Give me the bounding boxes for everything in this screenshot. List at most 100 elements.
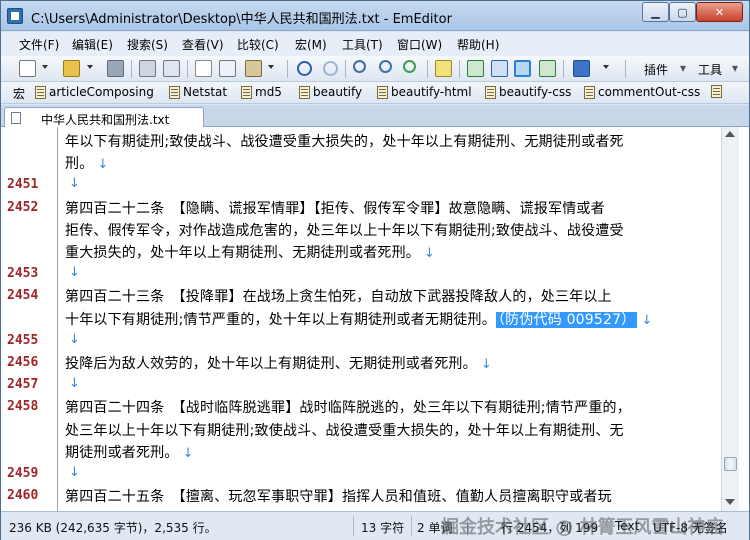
app-icon (7, 8, 23, 24)
newline-mark-icon: ↓ (424, 246, 436, 261)
find-in-files-icon[interactable] (435, 60, 452, 77)
open-dropdown-icon[interactable] (87, 65, 93, 69)
text-line[interactable]: ↓ (65, 175, 80, 191)
line-number: 2459 (7, 466, 39, 481)
menu-compare[interactable]: 比较(C) (237, 36, 279, 53)
macro-item-beautify[interactable]: beautify (299, 85, 362, 99)
line-text: 刑。 (65, 156, 94, 173)
macro-item-commentout-css[interactable]: commentOut-css (584, 85, 700, 99)
text-line[interactable]: 第四百二十五条 【擅离、玩忽军事职守罪】指挥人员和值班、值勤人员擅离职守或者玩 (65, 486, 612, 506)
word-wrap-icon[interactable] (514, 60, 531, 77)
scroll-thumb[interactable] (724, 457, 737, 471)
plugin-dropdown-icon[interactable] (603, 65, 609, 69)
text-file-icon (11, 112, 21, 124)
newline-mark-icon: ↓ (182, 445, 194, 461)
text-line[interactable]: 拒传、假传军令，对作战造成危害的，处三年以上十年以下有期徒刑;致使战斗、战役遭受 (65, 220, 624, 240)
copy-icon[interactable] (219, 60, 236, 77)
text-line[interactable]: ↓ (65, 331, 80, 347)
maximize-button[interactable]: ▢ (669, 2, 696, 22)
plugin-icon[interactable] (573, 60, 590, 77)
text-line[interactable]: ↓ (65, 464, 80, 480)
macro-item-articlecomposing[interactable]: articleComposing (35, 85, 154, 99)
text-line[interactable]: 刑。 ↓ (65, 153, 109, 173)
print-icon[interactable] (139, 60, 156, 77)
macro-item-beautify-html[interactable]: beautify-html (377, 85, 472, 99)
text-line[interactable]: 第四百二十二条 【隐瞒、谎报军情罪】【拒传、假传军令罪】故意隐瞒、谎报军情或者 (65, 198, 605, 218)
cut-icon[interactable] (195, 60, 212, 77)
save-icon[interactable] (107, 60, 124, 77)
split-icon[interactable] (467, 60, 484, 77)
line-text: 第四百二十三条 【投降罪】在战场上贪生怕死，自动放下武器投降敌人的，处三年以上 (65, 289, 612, 306)
window-title: C:\Users\Administrator\Desktop\中华人民共和国刑法… (31, 12, 452, 27)
selected-text[interactable]: （防伪代码 009527） (495, 311, 638, 328)
find-icon[interactable] (353, 60, 366, 73)
window-wrap-icon[interactable] (539, 60, 556, 77)
macro-item-netstat[interactable]: Netstat (169, 85, 227, 99)
document-tab[interactable]: 中华人民共和国刑法.txt (4, 107, 204, 128)
paste-dropdown-icon[interactable] (268, 65, 274, 69)
text-line[interactable]: ↓ (65, 264, 80, 280)
open-folder-icon[interactable] (63, 60, 80, 77)
text-line[interactable]: ↓ (65, 375, 80, 391)
plugins-button[interactable]: 插件 (644, 61, 668, 78)
toolbar-separator (345, 60, 346, 78)
toolbar-separator (563, 60, 564, 78)
toolbar-separator (287, 60, 288, 78)
close-button[interactable]: ✕ (696, 2, 743, 22)
line-number: 2457 (7, 377, 39, 393)
text-line[interactable]: 期徒刑或者死刑。 ↓ (65, 442, 194, 462)
vertical-scrollbar[interactable] (721, 127, 739, 511)
wrap-icon[interactable] (491, 60, 508, 77)
document-tab-label: 中华人民共和国刑法.txt (41, 113, 170, 127)
text-line[interactable]: 第四百二十三条 【投降罪】在战场上贪生怕死，自动放下武器投降敌人的，处三年以上 (65, 286, 612, 306)
menu-window[interactable]: 窗口(W) (397, 36, 442, 53)
menu-macro[interactable]: 宏(M) (295, 36, 327, 53)
menu-file[interactable]: 文件(F) (19, 36, 59, 53)
title-bar[interactable]: C:\Users\Administrator\Desktop\中华人民共和国刑法… (1, 1, 749, 31)
line-text: 处三年以上十年以下有期徒刑;致使战斗、战役遭受重大损失的，处十年以上有期徒刑、无 (65, 422, 624, 439)
line-number: 2453 (7, 266, 39, 282)
macro-item-md5[interactable]: md5 (241, 85, 282, 99)
newline-mark-icon: ↓ (69, 331, 81, 347)
line-number: 2460 (7, 488, 39, 504)
macro-file-icon (299, 85, 310, 99)
menu-view[interactable]: 查看(V) (182, 36, 224, 53)
find-next-icon[interactable] (379, 60, 392, 73)
scroll-up-icon[interactable] (725, 131, 735, 137)
document-tab-strip: 中华人民共和国刑法.txt (1, 105, 749, 128)
macro-file-icon (711, 85, 722, 98)
redo-icon[interactable] (323, 61, 338, 76)
undo-icon[interactable] (297, 61, 312, 76)
text-line[interactable]: 第四百二十四条 【战时临阵脱逃罪】战时临阵脱逃的，处三年以下有期徒刑;情节严重的… (65, 397, 631, 417)
text-line[interactable]: 重大损失的，处十年以上有期徒刑、无期徒刑或者死刑。 ↓ (65, 242, 435, 262)
text-line[interactable]: 十年以下有期徒刑;情节严重的，处十年以上有期徒刑或者无期徒刑。 （防伪代码 009… (65, 309, 653, 329)
text-editor[interactable]: 2451 2452 2453 2454 2455 2456 2457 2458 2459 2460… (1, 127, 749, 511)
macro-file-icon (169, 85, 180, 99)
text-line[interactable]: 处三年以上十年以下有期徒刑;致使战斗、战役遭受重大损失的，处十年以上有期徒刑、无 (65, 420, 624, 440)
line-text: 第四百二十二条 【隐瞒、谎报军情罪】【拒传、假传军令罪】故意隐瞒、谎报军情或者 (65, 200, 605, 217)
watermark: 掘金技术社区 @ 林箐玉风雪山神庙 (441, 517, 724, 538)
newline-mark-icon: ↓ (69, 176, 81, 192)
line-text: 十年以下有期徒刑;情节严重的，处十年以上有期徒刑或者无期徒刑。 (65, 311, 496, 328)
text-line[interactable]: 年以下有期徒刑;致使战斗、战役遭受重大损失的，处十年以上有期徒刑、无期徒刑或者死 (65, 131, 624, 151)
menu-help[interactable]: 帮助(H) (457, 36, 499, 53)
macro-item-overflow[interactable] (711, 85, 725, 98)
menu-edit[interactable]: 编辑(E) (72, 36, 113, 53)
macro-file-icon (35, 85, 46, 99)
tools-button[interactable]: 工具 (698, 61, 722, 78)
menu-tools[interactable]: 工具(T) (342, 36, 383, 53)
paste-icon[interactable] (245, 60, 262, 77)
text-line[interactable]: 投降后为敌人效劳的，处十年以上有期徒刑、无期徒刑或者死刑。 ↓ (65, 353, 492, 373)
toolbar-separator (187, 60, 188, 78)
new-dropdown-icon[interactable] (42, 65, 48, 69)
replace-icon[interactable] (403, 60, 416, 73)
menu-search[interactable]: 搜索(S) (127, 36, 168, 53)
toolbar-separator (625, 60, 626, 78)
macro-item-beautify-css[interactable]: beautify-css (485, 85, 571, 99)
newline-mark-icon: ↓ (69, 376, 81, 392)
minimize-button[interactable]: ▁ (642, 2, 669, 22)
print-preview-icon[interactable] (163, 60, 180, 77)
scroll-down-icon[interactable] (725, 499, 735, 505)
new-file-icon[interactable] (19, 60, 36, 77)
line-number: 2455 (7, 332, 39, 348)
